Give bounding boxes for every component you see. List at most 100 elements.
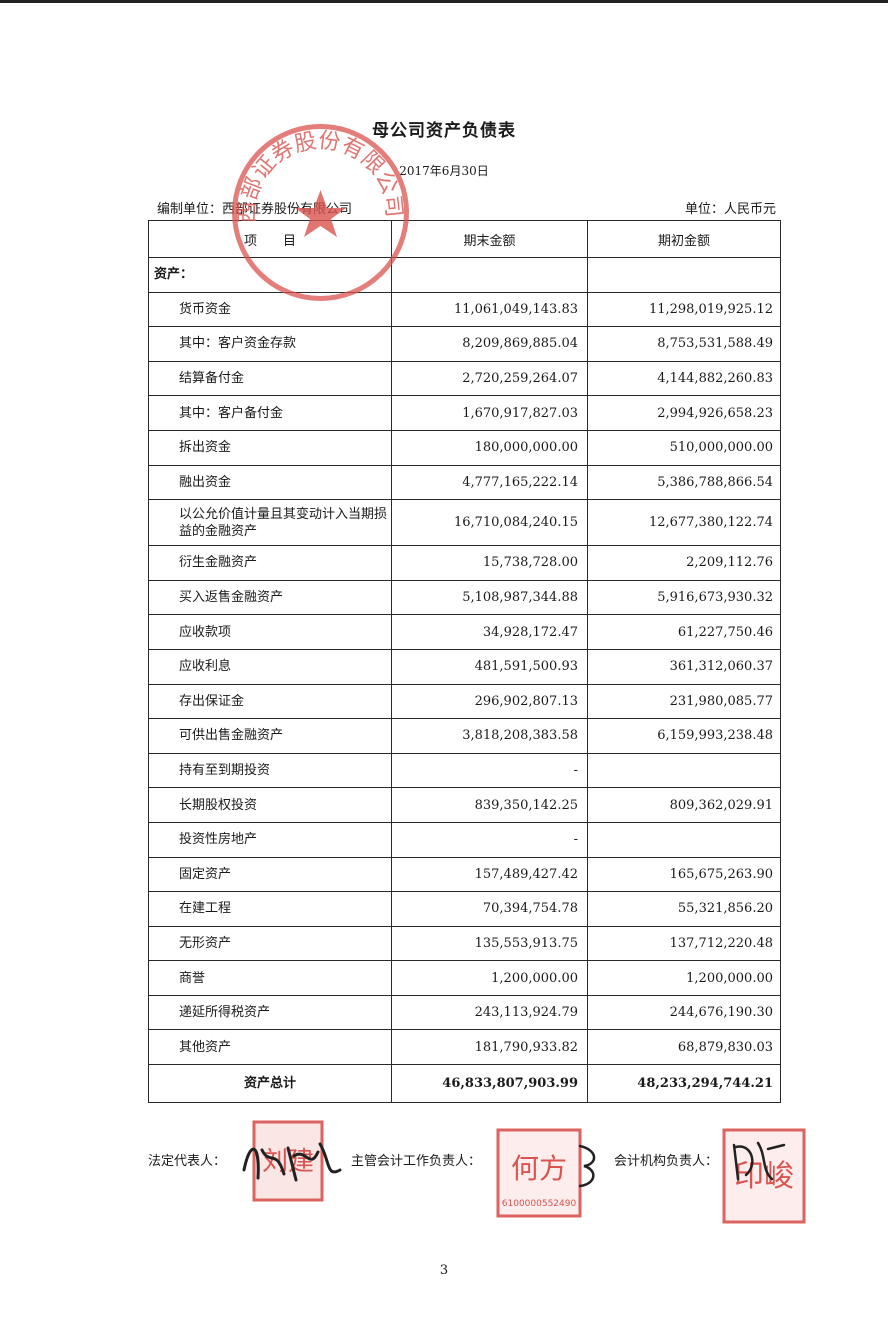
row-item-label: 拆出资金 bbox=[148, 429, 392, 466]
row-end-amount: 1,200,000.00 bbox=[391, 960, 588, 996]
row-begin-amount: 6,159,993,238.48 bbox=[587, 718, 781, 754]
legal-rep-label: 法定代表人： bbox=[148, 1154, 227, 1169]
accounting-head-seal-stamp: 何方 6100000552490 bbox=[496, 1128, 582, 1218]
row-begin-amount: 244,676,190.30 bbox=[587, 994, 781, 1031]
accounting-head-seal-text: 何方 bbox=[511, 1152, 567, 1185]
row-item-label: 商誉 bbox=[148, 960, 392, 996]
table-row: 结算备付金 2,720,259,264.07 4,144,882,260.83 bbox=[148, 360, 781, 397]
row-end-amount: 180,000,000.00 bbox=[391, 429, 588, 466]
row-begin-amount: 137,712,220.48 bbox=[587, 925, 781, 962]
row-item-label: 应收利息 bbox=[148, 648, 392, 685]
document-title: 母公司资产负债表 bbox=[372, 121, 516, 141]
row-begin-amount: 231,980,085.77 bbox=[587, 683, 781, 720]
row-begin-amount: 1,200,000.00 bbox=[587, 960, 781, 996]
row-end-amount: 16,710,084,240.15 bbox=[391, 499, 588, 547]
row-item-label: 投资性房地产 bbox=[148, 821, 392, 858]
row-begin-amount: 5,386,788,866.54 bbox=[587, 464, 781, 501]
row-end-amount: 3,818,208,383.58 bbox=[391, 718, 588, 754]
row-end-amount: 839,350,142.25 bbox=[391, 787, 588, 823]
row-begin-amount: 510,000,000.00 bbox=[587, 429, 781, 466]
table-row: 长期股权投资 839,350,142.25 809,362,029.91 bbox=[148, 787, 781, 823]
row-end-amount: 1,670,917,827.03 bbox=[391, 395, 588, 431]
row-end-amount: 4,777,165,222.14 bbox=[391, 464, 588, 501]
row-item-label: 融出资金 bbox=[148, 464, 392, 501]
table-total-row: 资产总计 46,833,807,903.99 48,233,294,744.21 bbox=[148, 1064, 781, 1104]
table-row: 应收利息 481,591,500.93 361,312,060.37 bbox=[148, 648, 781, 685]
table-row: 固定资产 157,489,427.42 165,675,263.90 bbox=[148, 856, 781, 893]
table-row: 拆出资金 180,000,000.00 510,000,000.00 bbox=[148, 429, 781, 466]
accounting-head-label: 主管会计工作负责人： bbox=[351, 1154, 482, 1169]
row-item-label: 存出保证金 bbox=[148, 683, 392, 720]
row-end-amount: 15,738,728.00 bbox=[391, 545, 588, 581]
table-row: 买入返售金融资产 5,108,987,344.88 5,916,673,930.32 bbox=[148, 579, 781, 616]
row-item-label: 其他资产 bbox=[148, 1029, 392, 1066]
row-end-amount: 135,553,913.75 bbox=[391, 925, 588, 962]
row-begin-amount bbox=[587, 752, 781, 789]
table-row: 其中：客户备付金 1,670,917,827.03 2,994,926,658.23 bbox=[148, 395, 781, 431]
table-row: 持有至到期投资 - bbox=[148, 752, 781, 789]
row-item-label: 递延所得税资产 bbox=[148, 994, 392, 1031]
table-row: 无形资产 135,553,913.75 137,712,220.48 bbox=[148, 925, 781, 962]
row-item-label: 在建工程 bbox=[148, 891, 392, 927]
report-date: 2017年6月30日 bbox=[399, 164, 489, 178]
row-begin-amount: 2,994,926,658.23 bbox=[587, 395, 781, 431]
row-item-label: 其中：客户资金存款 bbox=[148, 326, 392, 362]
row-end-amount: 5,108,987,344.88 bbox=[391, 579, 588, 616]
table-row: 存出保证金 296,902,807.13 231,980,085.77 bbox=[148, 683, 781, 720]
row-item-label: 可供出售金融资产 bbox=[148, 718, 392, 754]
row-item-label: 应收款项 bbox=[148, 614, 392, 650]
row-item-label: 衍生金融资产 bbox=[148, 545, 392, 581]
table-row: 其他资产 181,790,933.82 68,879,830.03 bbox=[148, 1029, 781, 1066]
table-row: 在建工程 70,394,754.78 55,321,856.20 bbox=[148, 891, 781, 927]
row-item-label: 无形资产 bbox=[148, 925, 392, 962]
row-end-amount: - bbox=[391, 752, 588, 789]
row-begin-amount: 55,321,856.20 bbox=[587, 891, 781, 927]
currency-unit: 单位：人民币元 bbox=[684, 202, 776, 217]
row-begin-amount: 809,362,029.91 bbox=[587, 787, 781, 823]
table-row: 以公允价值计量且其变动计入当期损益的金融资产 16,710,084,240.15 1… bbox=[148, 499, 781, 547]
row-end-amount: 70,394,754.78 bbox=[391, 891, 588, 927]
row-begin-amount: 2,209,112.76 bbox=[587, 545, 781, 581]
header-begin-amount: 期初金额 bbox=[587, 220, 781, 258]
row-end-amount: 34,928,172.47 bbox=[391, 614, 588, 650]
total-item-label: 资产总计 bbox=[148, 1064, 392, 1104]
row-item-label: 持有至到期投资 bbox=[148, 752, 392, 789]
row-begin-amount: 4,144,882,260.83 bbox=[587, 360, 781, 397]
table-row: 商誉 1,200,000.00 1,200,000.00 bbox=[148, 960, 781, 996]
row-item-label: 固定资产 bbox=[148, 856, 392, 893]
table-row: 投资性房地产 - bbox=[148, 821, 781, 858]
total-end-amount: 46,833,807,903.99 bbox=[391, 1064, 588, 1104]
row-end-amount: - bbox=[391, 821, 588, 858]
balance-sheet-table: 项 目 期末金额 期初金额 资产： 货币资金 11,061,049,143.83 1… bbox=[148, 220, 781, 1104]
table-row: 其中：客户资金存款 8,209,869,885.04 8,753,531,588.4… bbox=[148, 326, 781, 362]
row-end-amount: 243,113,924.79 bbox=[391, 994, 588, 1031]
total-begin-amount: 48,233,294,744.21 bbox=[587, 1064, 781, 1104]
row-item-label: 以公允价值计量且其变动计入当期损益的金融资产 bbox=[148, 499, 392, 547]
accounting-org-signature bbox=[732, 1141, 786, 1181]
row-begin-amount: 361,312,060.37 bbox=[587, 648, 781, 685]
table-row: 递延所得税资产 243,113,924.79 244,676,190.30 bbox=[148, 994, 781, 1031]
row-begin-amount: 165,675,263.90 bbox=[587, 856, 781, 893]
row-item-label: 长期股权投资 bbox=[148, 787, 392, 823]
row-end-amount: 181,790,933.82 bbox=[391, 1029, 588, 1066]
row-item-label: 结算备付金 bbox=[148, 360, 392, 397]
row-end-amount: 157,489,427.42 bbox=[391, 856, 588, 893]
row-begin-amount: 11,298,019,925.12 bbox=[587, 291, 781, 328]
row-begin-amount: 8,753,531,588.49 bbox=[587, 326, 781, 362]
row-end-amount: 2,720,259,264.07 bbox=[391, 360, 588, 397]
table-row: 应收款项 34,928,172.47 61,227,750.46 bbox=[148, 614, 781, 650]
accounting-head-signature bbox=[578, 1144, 596, 1188]
row-begin-amount bbox=[587, 821, 781, 858]
table-row: 衍生金融资产 15,738,728.00 2,209,112.76 bbox=[148, 545, 781, 581]
row-begin-amount: 12,677,380,122.74 bbox=[587, 499, 781, 547]
company-seal-stamp: 西部证券股份有限公司 bbox=[232, 124, 409, 301]
header-end-amount: 期末金额 bbox=[391, 220, 588, 258]
row-item-label: 买入返售金融资产 bbox=[148, 579, 392, 616]
row-begin-amount: 68,879,830.03 bbox=[587, 1029, 781, 1066]
accounting-head-seal-id: 6100000552490 bbox=[502, 1199, 577, 1209]
row-end-amount: 481,591,500.93 bbox=[391, 648, 588, 685]
row-end-amount: 8,209,869,885.04 bbox=[391, 326, 588, 362]
row-begin-amount: 61,227,750.46 bbox=[587, 614, 781, 650]
page-number: 3 bbox=[439, 1263, 449, 1278]
row-begin-amount: 5,916,673,930.32 bbox=[587, 579, 781, 616]
